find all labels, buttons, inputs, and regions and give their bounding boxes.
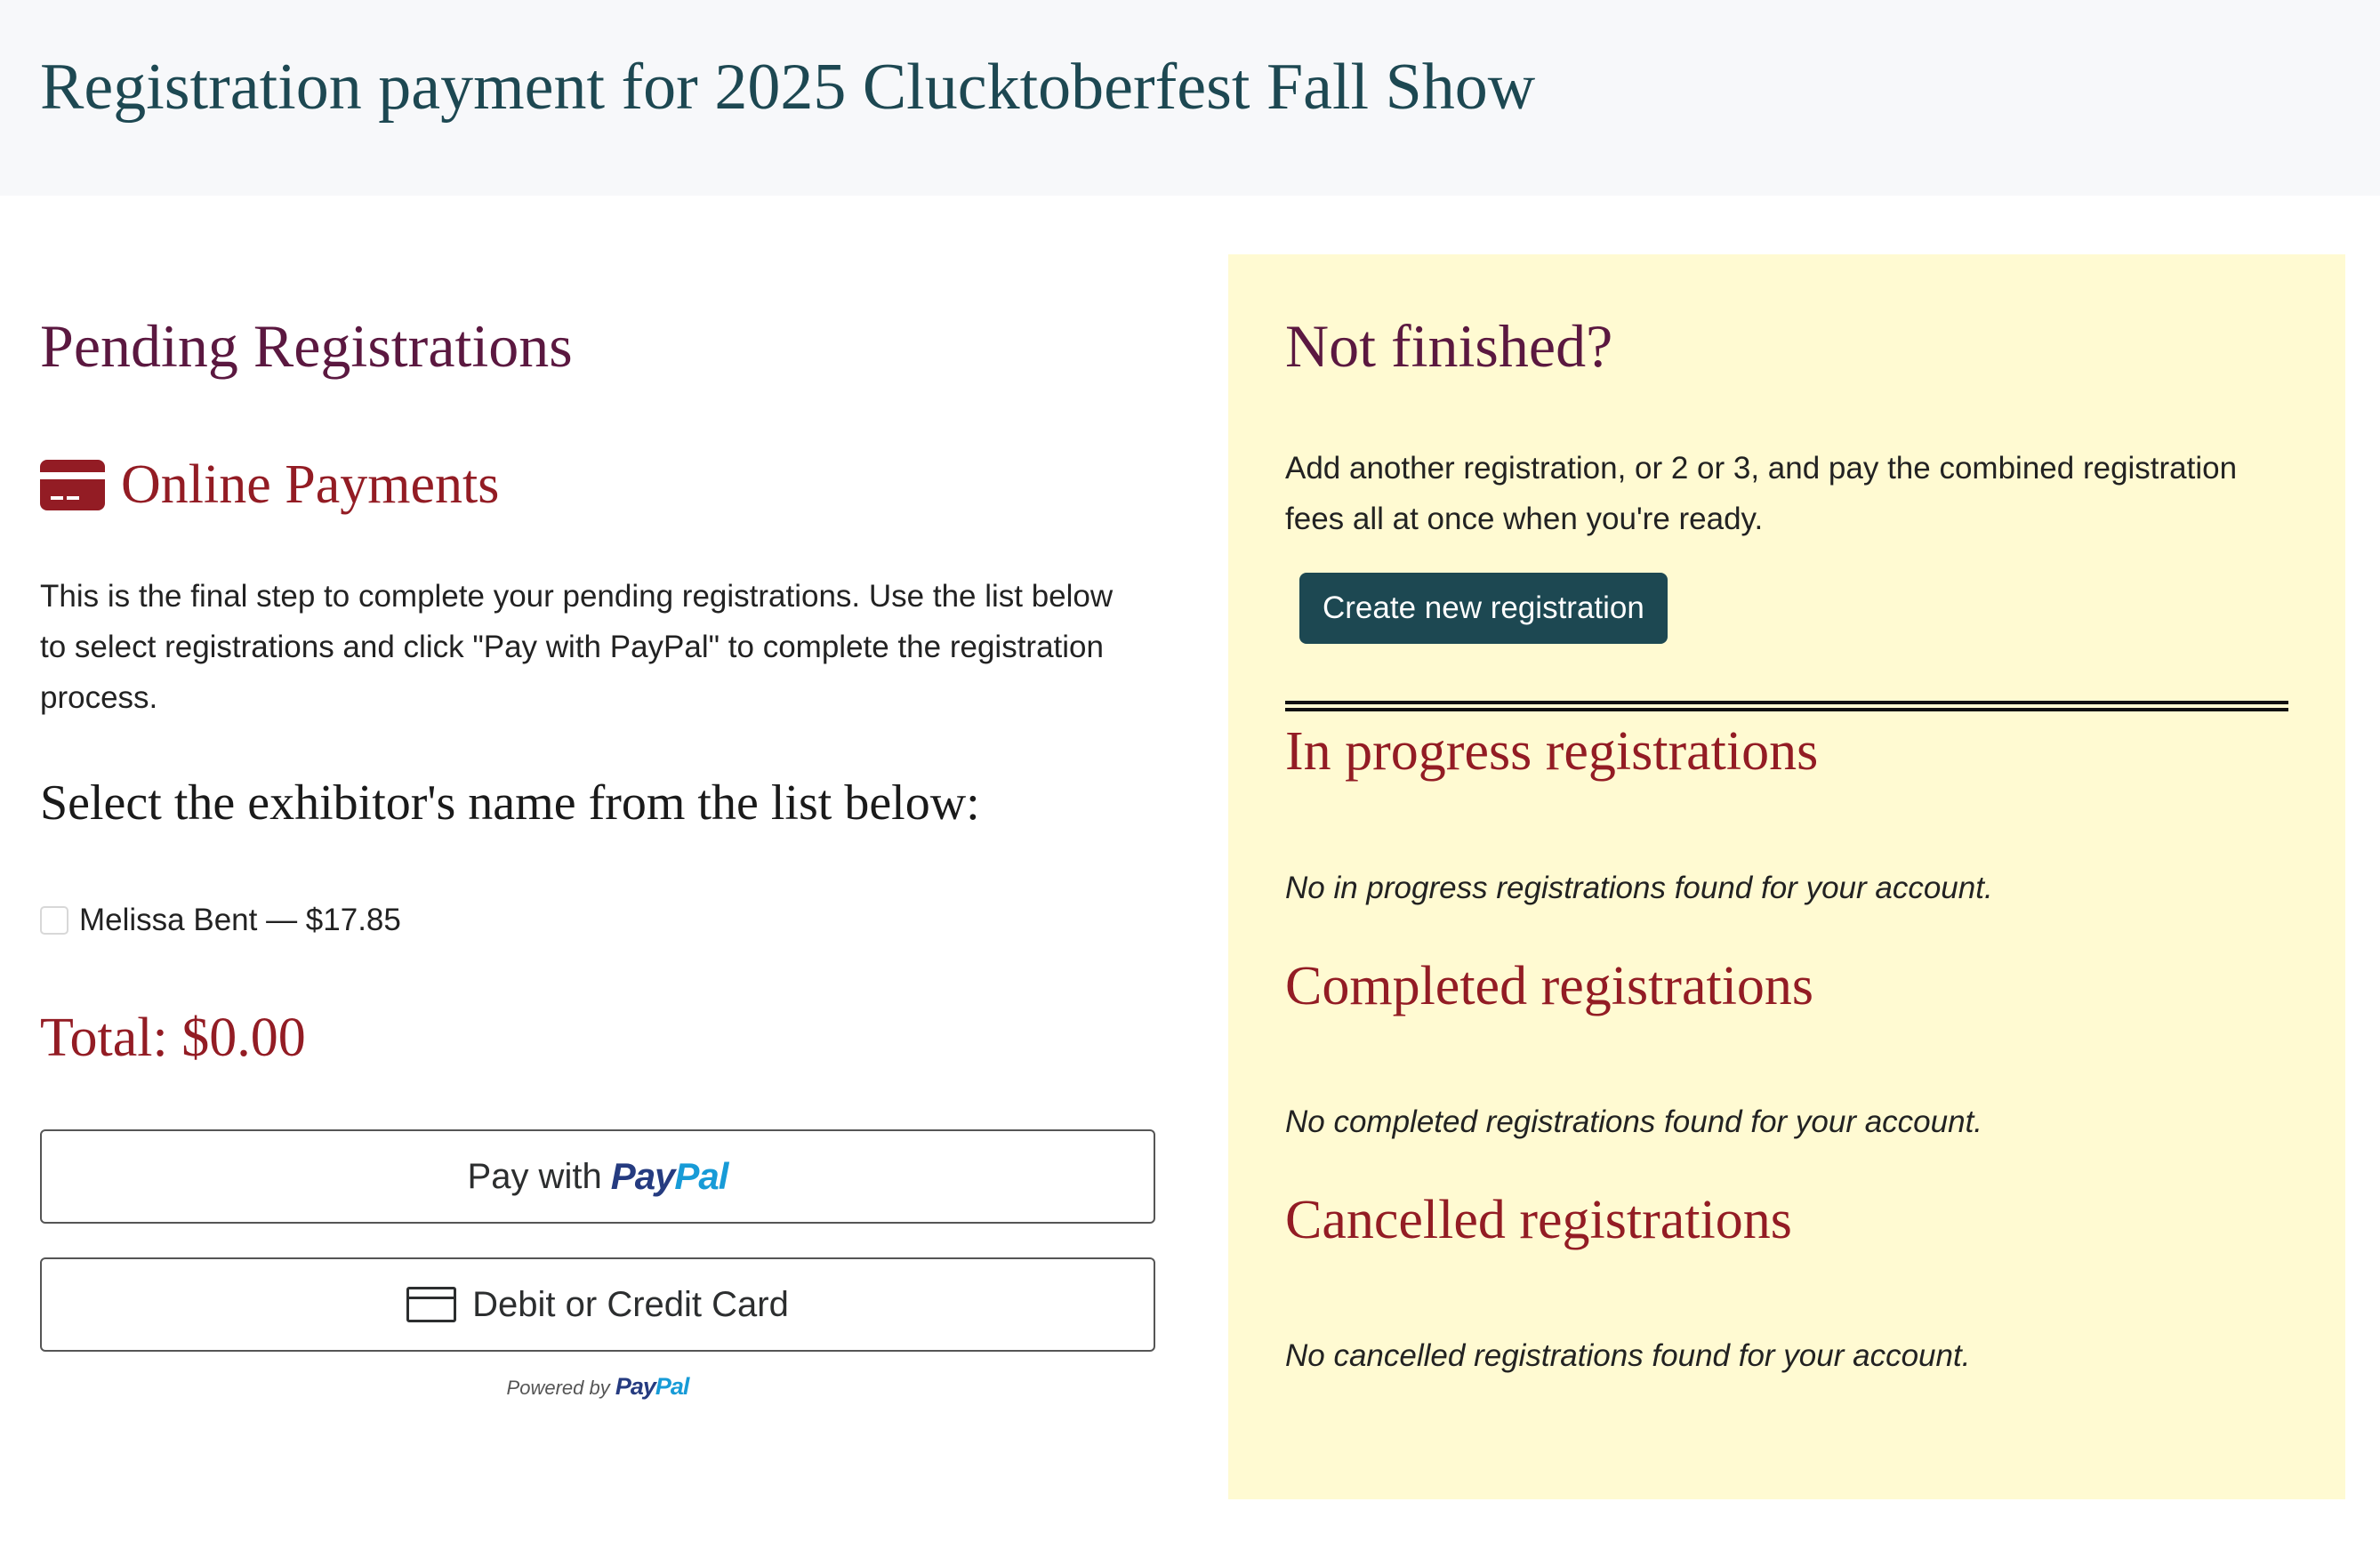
pending-registrations-title: Pending Registrations — [40, 312, 573, 380]
in-progress-title: In progress registrations — [1285, 721, 1819, 782]
not-finished-title: Not finished? — [1285, 312, 1613, 380]
pay-with-paypal-button[interactable]: Pay with PayPal — [40, 1129, 1155, 1224]
powered-by-paypal: Powered by PayPal — [40, 1373, 1155, 1401]
create-new-registration-button[interactable]: Create new registration — [1299, 573, 1668, 644]
not-finished-text: Add another registration, or 2 or 3, and… — [1285, 451, 2238, 536]
powered-by-label: Powered by — [506, 1377, 610, 1399]
paypal-small-logo: PayPal — [615, 1373, 690, 1400]
total-amount: Total: $0.00 — [40, 1008, 306, 1068]
section-divider — [1285, 701, 2288, 711]
exhibitor-label: Melissa Bent — $17.85 — [79, 903, 401, 937]
debit-credit-card-button[interactable]: Debit or Credit Card — [40, 1257, 1155, 1352]
online-payments-title: Online Payments — [121, 454, 500, 515]
online-payments-heading: Online Payments — [40, 445, 499, 525]
pay-with-label: Pay with — [467, 1156, 602, 1196]
page-header: Registration payment for 2025 Clucktober… — [0, 0, 2380, 196]
exhibitor-option[interactable]: Melissa Bent — $17.85 — [40, 898, 401, 943]
in-progress-empty: No in progress registrations found for y… — [1285, 871, 1993, 905]
not-finished-panel: Not finished? Add another registration, … — [1228, 254, 2345, 1499]
paypal-logo: PayPal — [610, 1155, 729, 1197]
cancelled-title: Cancelled registrations — [1285, 1190, 1792, 1250]
payment-instructions: This is the final step to complete your … — [40, 579, 1114, 715]
completed-title: Completed registrations — [1285, 956, 1814, 1016]
credit-card-icon — [40, 459, 105, 510]
select-exhibitor-title: Select the exhibitor's name from the lis… — [40, 775, 980, 831]
card-outline-icon — [406, 1287, 457, 1322]
debit-credit-card-label: Debit or Credit Card — [472, 1284, 789, 1324]
exhibitor-checkbox[interactable] — [40, 906, 68, 935]
page-title: Registration payment for 2025 Clucktober… — [40, 51, 1536, 124]
cancelled-empty: No cancelled registrations found for you… — [1285, 1338, 1971, 1373]
completed-empty: No completed registrations found for you… — [1285, 1104, 1983, 1139]
